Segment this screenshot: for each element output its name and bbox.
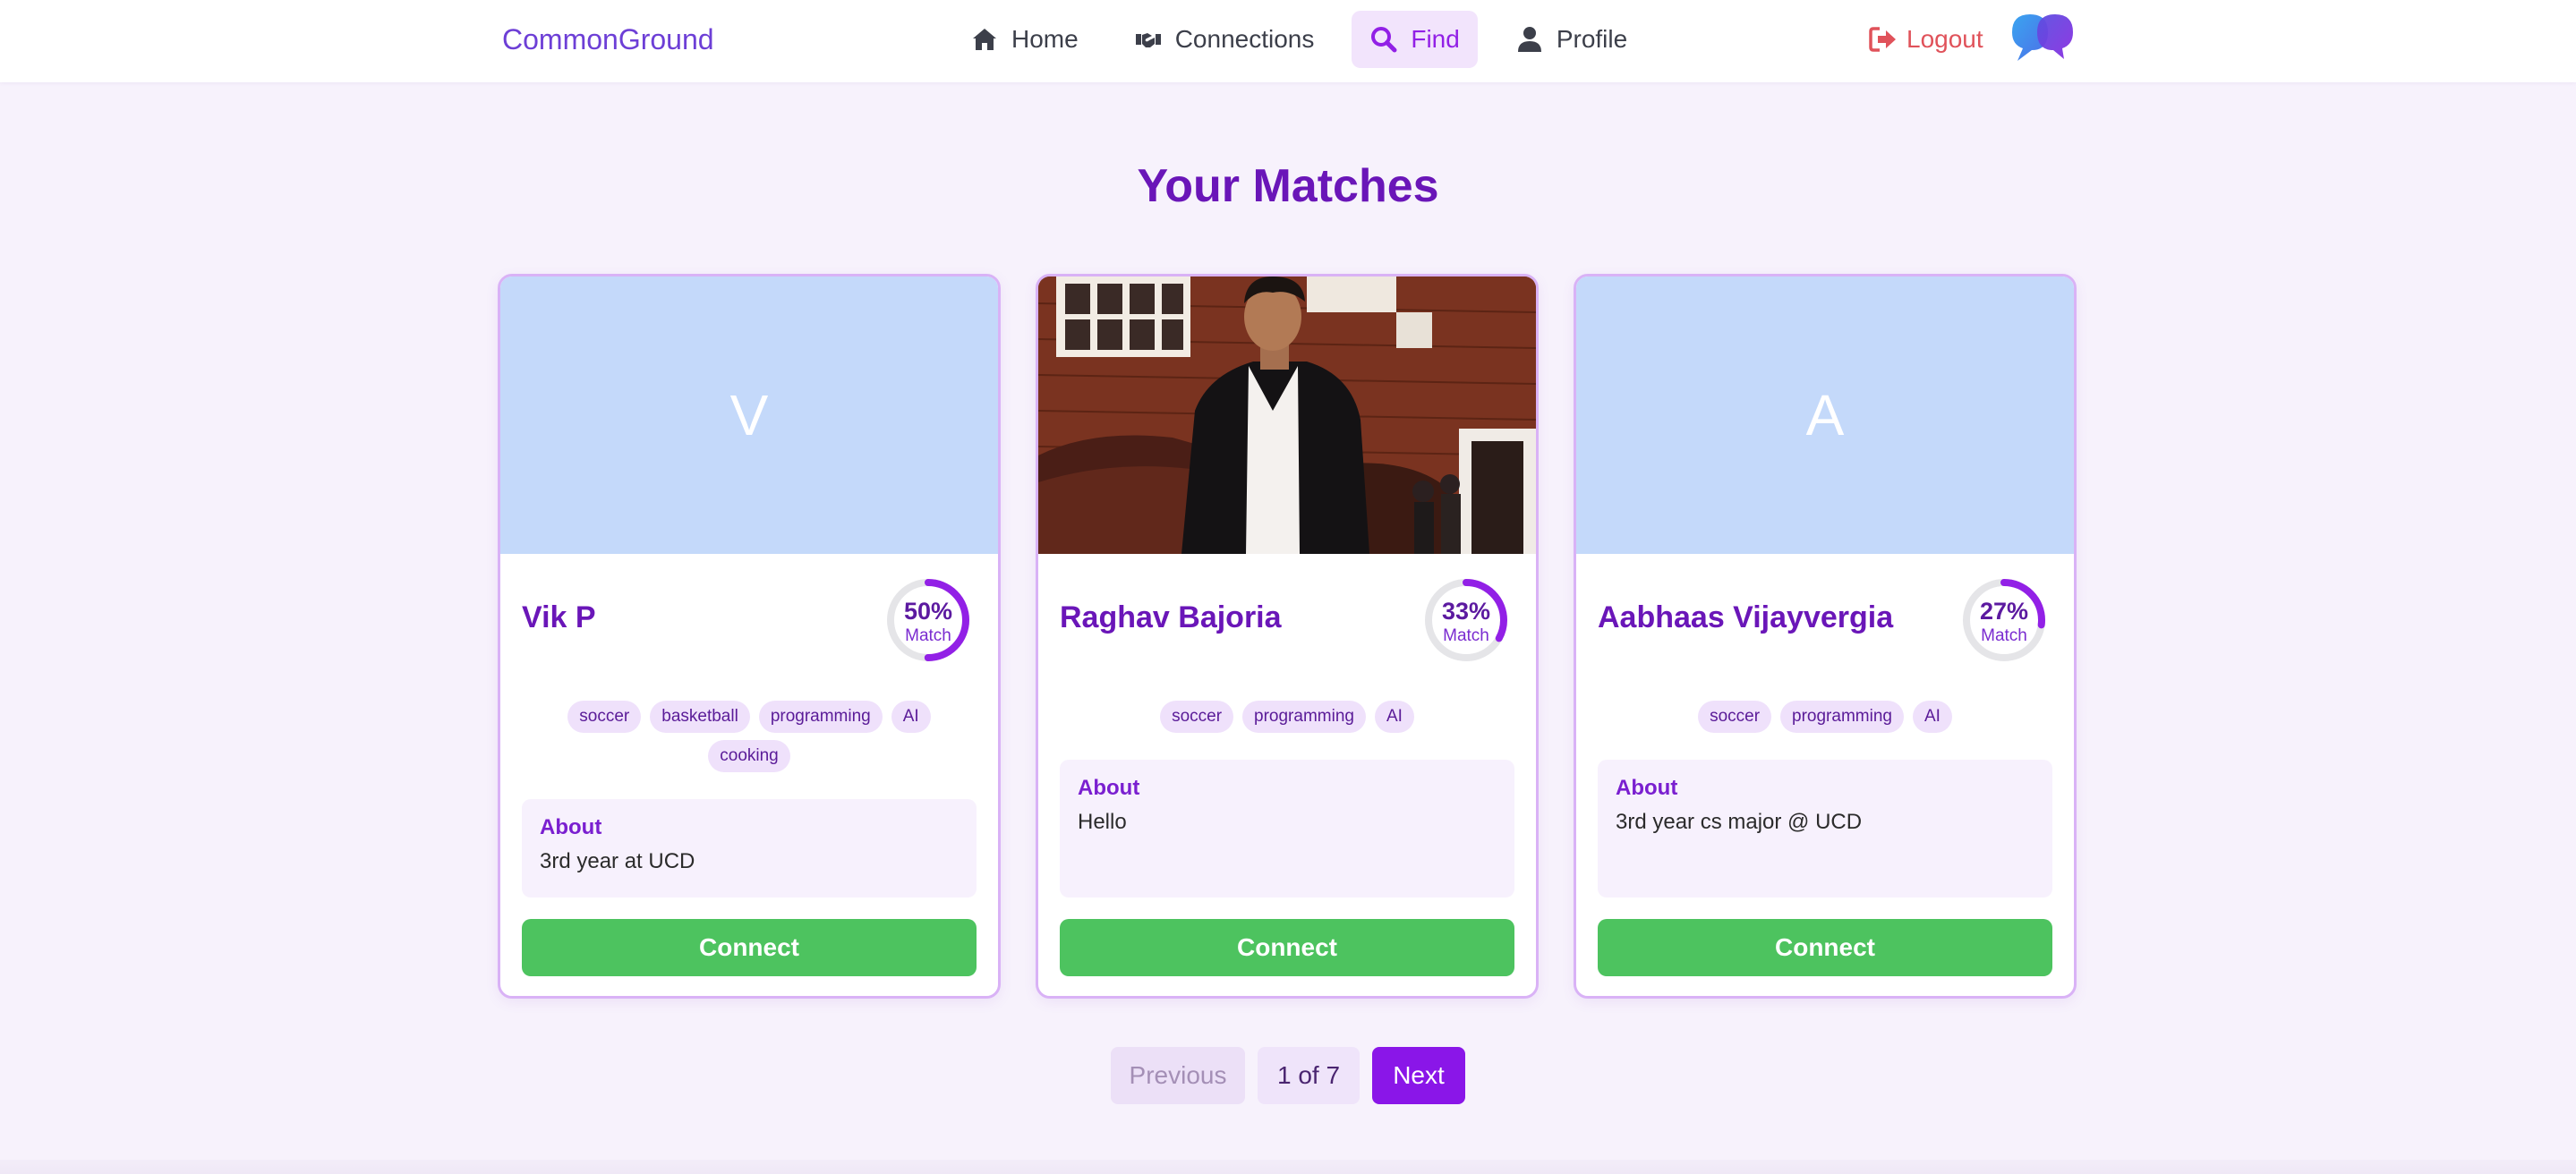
interest-tag: AI [1912,701,1952,733]
interest-tag: cooking [708,740,790,772]
match-name: Vik P [522,600,596,634]
nav-connections[interactable]: Connections [1116,11,1333,68]
match-card: V Vik P 50% Match soccer basketball prog… [498,274,1001,999]
nav-find[interactable]: Find [1352,11,1478,68]
main-nav: Home Connections Find Profile [952,11,1645,68]
match-label: Match [1443,626,1489,645]
match-score-ring: 33% Match [1423,577,1509,663]
interest-tag: soccer [1160,701,1234,733]
interest-tag: soccer [1698,701,1772,733]
chat-bubbles-icon[interactable] [2009,11,2077,64]
match-score-ring: 27% Match [1961,577,2047,663]
about-text: 3rd year cs major @ UCD [1616,810,1863,834]
match-percent: 27% [1979,598,2029,625]
match-percent: 50% [903,598,953,625]
about-section: About 3rd year at UCD [522,799,977,898]
footer-edge [0,1160,2576,1174]
interest-tag: AI [1374,701,1414,733]
connect-button[interactable]: Connect [522,919,977,976]
about-heading: About [1078,776,1140,800]
handshake-icon [1135,33,1161,47]
previous-page-button[interactable]: Previous [1111,1047,1245,1104]
logout-button[interactable]: Logout [1869,20,1983,59]
interest-tag: programming [1780,701,1904,733]
match-card: A Aabhaas Vijayvergia 27% Match soccer p… [1574,274,2077,999]
sign-out-icon [1869,27,1896,52]
nav-connections-label: Connections [1174,25,1315,53]
brand-logo-text[interactable]: CommonGround [502,20,714,59]
about-text: 3rd year at UCD [540,849,695,873]
nav-profile[interactable]: Profile [1497,11,1645,68]
match-label: Match [1981,626,2027,645]
interest-tag: programming [1242,701,1366,733]
connect-button[interactable]: Connect [1060,919,1514,976]
interest-tag: basketball [650,701,750,733]
home-icon [973,29,996,50]
match-percent: 33% [1441,598,1491,625]
about-section: About Hello [1060,760,1514,898]
nav-find-label: Find [1411,25,1460,53]
match-label: Match [905,626,951,645]
pagination: Previous 1 of 7 Next [1111,1047,1465,1104]
match-score-ring: 50% Match [885,577,971,663]
avatar-placeholder: V [500,276,998,554]
profile-photo [1038,276,1536,554]
avatar-placeholder: A [1576,276,2074,554]
interest-tag: soccer [567,701,642,733]
connect-button[interactable]: Connect [1598,919,2052,976]
about-section: About 3rd year cs major @ UCD [1598,760,2052,898]
top-navbar: CommonGround Home Connections Find Profi… [0,0,2576,82]
nav-home-label: Home [1011,25,1079,53]
page-title: Your Matches [1137,160,1439,212]
match-name: Raghav Bajoria [1060,600,1282,634]
interest-tags: soccer programming AI [1612,701,2038,733]
user-icon [1517,27,1541,52]
interest-tag: programming [758,701,883,733]
logout-label: Logout [1906,25,1983,53]
interest-tag: AI [891,701,931,733]
nav-home[interactable]: Home [952,11,1096,68]
nav-profile-label: Profile [1556,25,1628,53]
page-indicator: 1 of 7 [1258,1047,1360,1104]
interest-tags: soccer basketball programming AI cooking [536,701,962,772]
about-text: Hello [1078,810,1127,834]
about-heading: About [1616,776,1678,800]
next-page-button[interactable]: Next [1372,1047,1465,1104]
search-icon [1371,27,1397,53]
match-card: Raghav Bajoria 33% Match soccer programm… [1036,274,1539,999]
match-name: Aabhaas Vijayvergia [1598,600,1894,634]
about-heading: About [540,815,602,839]
interest-tags: soccer programming AI [1074,701,1500,733]
